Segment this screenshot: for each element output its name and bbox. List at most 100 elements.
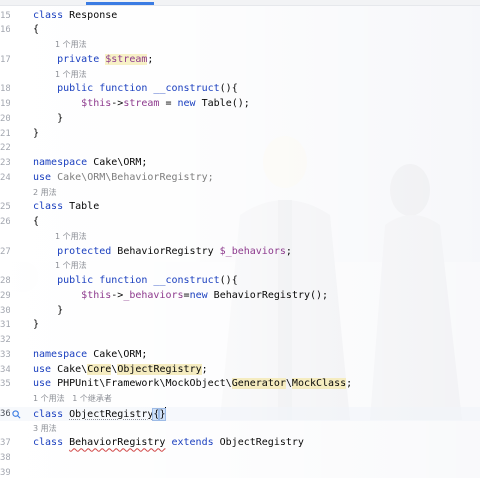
code-text[interactable]: } xyxy=(33,127,39,142)
code-token: BehaviorRegistry xyxy=(117,245,220,257)
code-text[interactable]: use Cake\Core\ObjectRegistry; xyxy=(33,363,208,378)
code-token: } xyxy=(33,112,64,124)
usage-hint[interactable]: 1 个用法 xyxy=(55,259,87,274)
code-text[interactable]: protected BehaviorRegistry $_behaviors; xyxy=(33,245,292,260)
code-text[interactable]: class BehaviorRegistry extends ObjectReg… xyxy=(33,436,304,451)
usage-hint-row[interactable]: 1 个用法 xyxy=(0,259,480,274)
code-line[interactable]: 23 namespace Cake\ORM; xyxy=(0,156,480,171)
code-token: ; xyxy=(346,378,353,390)
code-text[interactable]: class ObjectRegistry{} xyxy=(33,406,167,423)
code-token: = xyxy=(159,98,178,109)
code-token: private xyxy=(33,53,106,65)
code-editor[interactable]: 15 class Response 16{1 个用法 17 private $stre… xyxy=(0,0,480,478)
find-usages-icon[interactable] xyxy=(12,410,21,419)
line-number: 25 xyxy=(0,202,10,213)
code-line[interactable]: 25 class Table xyxy=(0,200,480,215)
code-line[interactable]: 21} xyxy=(0,127,480,142)
code-token: public function xyxy=(33,275,154,286)
code-text[interactable]: namespace Cake\ORM; xyxy=(33,156,147,171)
usage-hint[interactable]: 2 用法 xyxy=(33,186,57,201)
code-token: -> xyxy=(111,98,124,109)
code-line[interactable]: 30 } xyxy=(0,304,480,319)
usage-hint-row[interactable]: 1 个用法 1 个继承者 xyxy=(0,392,480,407)
code-token: extends xyxy=(165,437,220,449)
code-token: __construct xyxy=(153,83,220,95)
code-token: use xyxy=(33,171,58,183)
usage-hint-row[interactable]: 1 个用法 xyxy=(0,68,480,83)
code-text[interactable]: $this->_behaviors=new BehaviorRegistry()… xyxy=(33,289,328,304)
usage-hint-row[interactable]: 1 个用法 xyxy=(0,38,480,53)
usage-hint[interactable]: 3 用法 xyxy=(33,422,57,437)
code-token: new xyxy=(189,289,214,301)
usage-hint[interactable]: 1 个用法 xyxy=(55,230,87,245)
code-line[interactable]: 16 { xyxy=(0,23,480,38)
code-line[interactable]: 22 xyxy=(0,141,480,156)
code-line[interactable]: 38 xyxy=(0,451,480,466)
code-token: ObjectRegistry xyxy=(117,363,202,375)
line-number: 32 xyxy=(0,335,10,345)
line-number: 24 xyxy=(0,172,10,183)
code-text[interactable]: { xyxy=(33,23,39,38)
code-line[interactable]: 34 use Cake\Core\ObjectRegistry; xyxy=(0,363,480,378)
code-token: namespace xyxy=(33,348,94,360)
line-number: 27 xyxy=(0,246,10,257)
code-token: PHPUnit\Framework\MockObject\ xyxy=(57,378,232,390)
usage-hint[interactable]: 1 个用法 xyxy=(55,68,87,83)
code-line[interactable]: 31} xyxy=(0,318,480,333)
code-text[interactable]: $this->stream = new Table(); xyxy=(33,97,250,112)
code-line[interactable]: 27 protected BehaviorRegistry $_behavior… xyxy=(0,245,480,260)
code-line[interactable]: 33 namespace Cake\ORM; xyxy=(0,348,480,363)
code-line[interactable]: 26 { xyxy=(0,215,480,230)
code-token: MockClass xyxy=(291,378,347,390)
code-token: Cake\ORM\BehaviorRegistry; xyxy=(57,171,214,183)
code-line[interactable]: 32 xyxy=(0,333,480,348)
code-text[interactable]: private $stream; xyxy=(33,53,153,68)
code-line[interactable]: 15 class Response xyxy=(0,9,480,24)
line-number: 38 xyxy=(0,453,10,463)
line-number: 30 xyxy=(0,305,10,316)
line-number: 20 xyxy=(0,113,10,124)
code-text[interactable]: namespace Cake\ORM; xyxy=(33,348,147,363)
code-token: stream xyxy=(123,98,160,109)
code-line[interactable]: 18 public function __construct(){ xyxy=(0,82,480,97)
code-line[interactable]: 20 } xyxy=(0,112,480,127)
code-text[interactable]: class Response xyxy=(33,9,117,24)
code-line[interactable]: 24 use Cake\ORM\BehaviorRegistry; xyxy=(0,171,480,186)
code-text[interactable]: public function __construct(){ xyxy=(33,274,238,289)
code-text[interactable]: } xyxy=(33,318,39,333)
code-line[interactable]: 37 class BehaviorRegistry extends ObjectR… xyxy=(0,436,480,451)
code-token: { xyxy=(33,24,40,36)
code-line[interactable]: 19 $this->stream = new Table(); xyxy=(0,97,480,112)
code-text[interactable]: use Cake\ORM\BehaviorRegistry; xyxy=(33,171,214,186)
code-line[interactable]: 17 private $stream; xyxy=(0,53,480,68)
code-token: Cake\ORM; xyxy=(93,157,148,168)
code-token: } xyxy=(33,319,40,331)
code-line[interactable]: 29 $this->_behaviors=new BehaviorRegistr… xyxy=(0,289,480,304)
line-number: 31 xyxy=(0,320,10,331)
code-token: Table xyxy=(69,201,100,213)
code-text[interactable]: } xyxy=(33,304,63,319)
code-token: $this xyxy=(81,289,112,301)
code-token: BehaviorRegistry xyxy=(69,437,166,449)
usage-hint-row[interactable]: 2 用法 xyxy=(0,186,480,201)
usage-hint[interactable]: 1 个用法 xyxy=(55,38,87,53)
code-token: BehaviorRegistry(); xyxy=(213,289,329,301)
code-text[interactable]: public function __construct(){ xyxy=(33,82,238,97)
code-line[interactable]: 36 class ObjectRegistry{} xyxy=(0,406,480,423)
code-token: namespace xyxy=(33,157,94,168)
code-line[interactable]: 28 public function __construct(){ xyxy=(0,274,480,289)
code-token: Table(); xyxy=(201,98,250,109)
code-line[interactable]: 35 use PHPUnit\Framework\MockObject\Gener… xyxy=(0,377,480,392)
usage-hint-row[interactable]: 1 个用法 xyxy=(0,230,480,245)
code-token: ; xyxy=(285,245,292,257)
code-text[interactable]: { xyxy=(33,215,39,230)
usage-hint-row[interactable]: 3 用法 xyxy=(0,422,480,437)
line-number: 37 xyxy=(0,438,10,449)
code-text[interactable]: } xyxy=(33,112,63,127)
line-number: 33 xyxy=(0,349,10,360)
usage-hint[interactable]: 1 个用法 1 个继承者 xyxy=(33,392,112,407)
code-text[interactable]: use PHPUnit\Framework\MockObject\Generat… xyxy=(33,377,352,392)
line-number: 36 xyxy=(0,408,10,419)
code-text[interactable]: class Table xyxy=(33,200,99,215)
